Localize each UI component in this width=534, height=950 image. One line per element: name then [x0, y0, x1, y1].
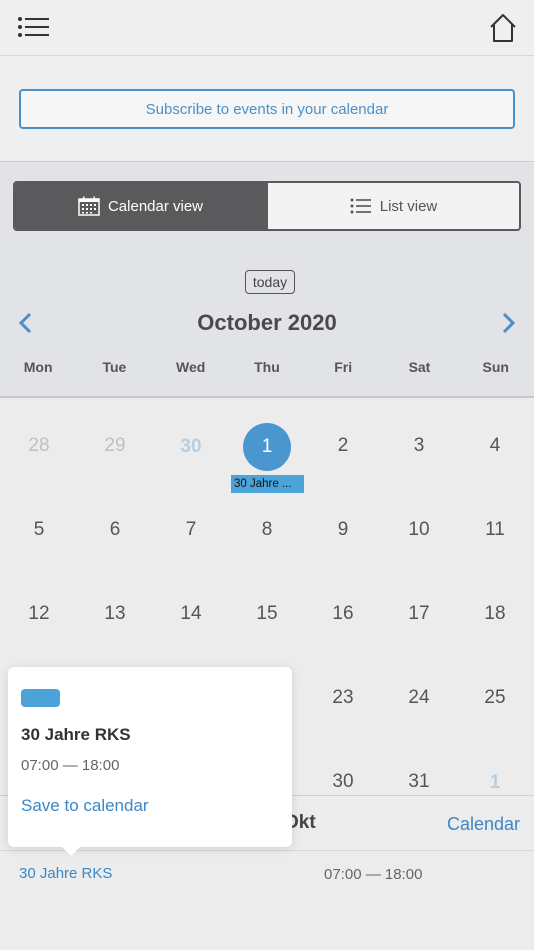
list-menu-icon[interactable] [16, 14, 52, 42]
calendar-day-selected[interactable]: 1 [229, 423, 305, 471]
calendar-day[interactable]: 7 [153, 519, 229, 541]
calendar-day[interactable]: 13 [77, 603, 153, 625]
popover-event-title: 30 Jahre RKS [21, 725, 131, 744]
calendar-day[interactable]: 18 [457, 603, 533, 625]
subscribe-section: Subscribe to events in your calendar [0, 57, 534, 162]
subscribe-button[interactable]: Subscribe to events in your calendar [19, 89, 515, 129]
weekday-label: Sat [408, 359, 431, 375]
calendar-day[interactable]: 2 [305, 435, 381, 457]
calendar-day[interactable]: 23 [305, 687, 381, 709]
weekday-label: Wed [176, 359, 206, 375]
calendar-day[interactable]: 28 [1, 435, 77, 457]
event-list-item-title[interactable]: 30 Jahre RKS [19, 865, 112, 882]
calendar-day[interactable]: 1 [457, 772, 533, 794]
calendar-day[interactable]: 12 [1, 603, 77, 625]
popover-event-time: 07:00 — 18:00 [21, 757, 120, 774]
home-icon[interactable] [488, 12, 518, 44]
calendar-day[interactable]: 16 [305, 603, 381, 625]
tab-calendar-view[interactable]: Calendar view [15, 183, 266, 229]
calendar-day[interactable]: 14 [153, 603, 229, 625]
selected-day-number: 1 [243, 423, 291, 471]
weekday-label: Thu [254, 359, 280, 375]
calendar-day[interactable]: 3 [381, 435, 457, 457]
calendar-day[interactable]: 30 [305, 771, 381, 793]
calendar-day[interactable]: 4 [457, 435, 533, 457]
calendar-day[interactable]: 5 [1, 519, 77, 541]
month-title: October 2020 [197, 310, 337, 335]
tab-list-label: List view [379, 197, 438, 215]
calendar-link[interactable]: Calendar [447, 814, 520, 835]
event-color-swatch [21, 689, 60, 707]
calendar-icon [78, 196, 100, 216]
calendar-day[interactable]: 25 [457, 687, 533, 709]
weekday-label: Sun [482, 359, 509, 375]
calendar-day[interactable]: 8 [229, 519, 305, 541]
tab-list-view[interactable]: List view [266, 183, 519, 229]
calendar-day[interactable]: 9 [305, 519, 381, 541]
tab-calendar-label: Calendar view [107, 197, 204, 215]
chevron-right-icon[interactable] [496, 311, 520, 335]
calendar-day[interactable]: 31 [381, 771, 457, 793]
list-icon [350, 198, 371, 214]
calendar-day[interactable]: 24 [381, 687, 457, 709]
calendar-day[interactable]: 10 [381, 519, 457, 541]
save-to-calendar-button[interactable]: Save to calendar [21, 796, 149, 816]
calendar-day[interactable]: 17 [381, 603, 457, 625]
calendar-day[interactable]: 30 [153, 436, 229, 458]
top-bar [0, 0, 534, 56]
calendar-day[interactable]: 6 [77, 519, 153, 541]
weekday-header: Mon Tue Wed Thu Fri Sat Sun [0, 359, 534, 383]
event-popover: 30 Jahre RKS 07:00 — 18:00 Save to calen… [8, 667, 292, 856]
calendar-day[interactable]: 15 [229, 603, 305, 625]
weekday-label: Tue [102, 359, 127, 375]
calendar-day[interactable]: 29 [77, 435, 153, 457]
event-chip[interactable]: 30 Jahre ... [231, 475, 304, 493]
calendar-header: Calendar view List view today October 20… [0, 163, 534, 398]
weekday-label: Fri [334, 359, 353, 375]
popover-caret [60, 845, 82, 856]
weekday-label: Mon [23, 359, 53, 375]
view-toggle: Calendar view List view [13, 181, 521, 231]
event-list-item-time: 07:00 — 18:00 [324, 866, 423, 883]
calendar-day[interactable]: 11 [457, 519, 533, 541]
today-button[interactable]: today [245, 270, 295, 294]
